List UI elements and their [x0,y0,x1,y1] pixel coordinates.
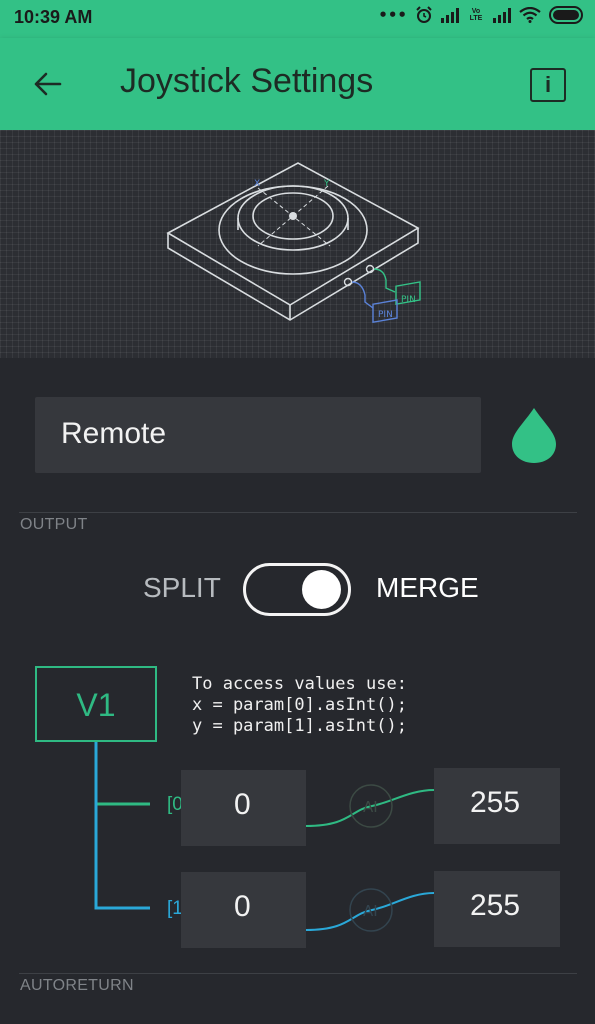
svg-text:AI: AI [363,798,378,816]
divider [19,973,577,974]
max-value-field[interactable]: 255 [434,871,560,947]
svg-text:AI: AI [363,902,378,920]
min-value: 0 [234,890,251,923]
min-value: 0 [234,788,251,821]
max-value: 255 [470,786,521,819]
max-value-field[interactable]: 255 [434,768,560,844]
max-value: 255 [470,889,521,922]
autoreturn-section-label: AUTORETURN [20,977,134,994]
min-value-field[interactable]: 0 [181,872,306,948]
min-value-field[interactable]: 0 [181,770,306,846]
